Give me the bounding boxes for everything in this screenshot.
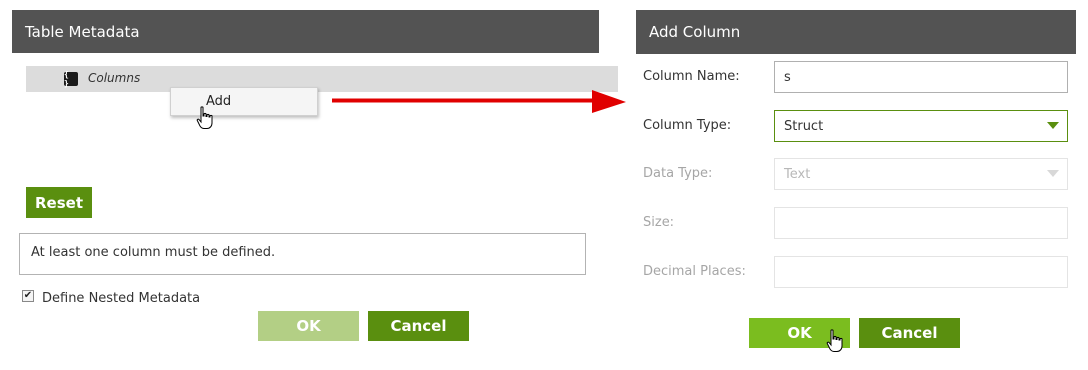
table-metadata-title: Table Metadata	[25, 22, 140, 41]
context-menu: Add	[170, 87, 318, 116]
size-field[interactable]	[774, 207, 1068, 239]
table-metadata-ok-button[interactable]: OK	[258, 311, 359, 341]
define-nested-metadata-checkbox[interactable]: ✔	[22, 290, 34, 302]
chevron-down-icon	[1047, 170, 1059, 177]
data-type-select[interactable]: Text	[774, 158, 1068, 190]
red-arrow-icon	[332, 90, 626, 113]
column-type-select[interactable]: Struct	[774, 110, 1068, 142]
data-type-label: Data Type:	[643, 166, 713, 181]
table-metadata-cancel-button[interactable]: Cancel	[368, 311, 469, 341]
reset-button[interactable]: Reset	[26, 187, 92, 218]
data-type-value: Text	[784, 167, 811, 182]
decimal-places-field[interactable]	[774, 256, 1068, 288]
validation-message: At least one column must be defined.	[19, 233, 586, 275]
chevron-down-icon	[1047, 122, 1059, 129]
hand-cursor-icon	[826, 329, 843, 352]
define-nested-metadata-label: Define Nested Metadata	[42, 291, 201, 306]
json-object-icon: { }	[64, 70, 78, 88]
column-name-field[interactable]: s	[774, 61, 1068, 93]
add-column-cancel-button[interactable]: Cancel	[859, 318, 960, 348]
column-name-label: Column Name:	[643, 69, 740, 84]
column-type-value: Struct	[784, 119, 824, 134]
add-column-title: Add Column	[649, 23, 741, 41]
size-label: Size:	[643, 215, 675, 230]
tree-item-label[interactable]: Columns	[88, 71, 140, 85]
decimal-places-label: Decimal Places:	[643, 264, 746, 279]
column-type-label: Column Type:	[643, 118, 732, 133]
hand-cursor-icon	[196, 106, 213, 129]
table-metadata-header: Table Metadata	[12, 10, 599, 53]
add-column-header: Add Column	[636, 10, 1076, 54]
